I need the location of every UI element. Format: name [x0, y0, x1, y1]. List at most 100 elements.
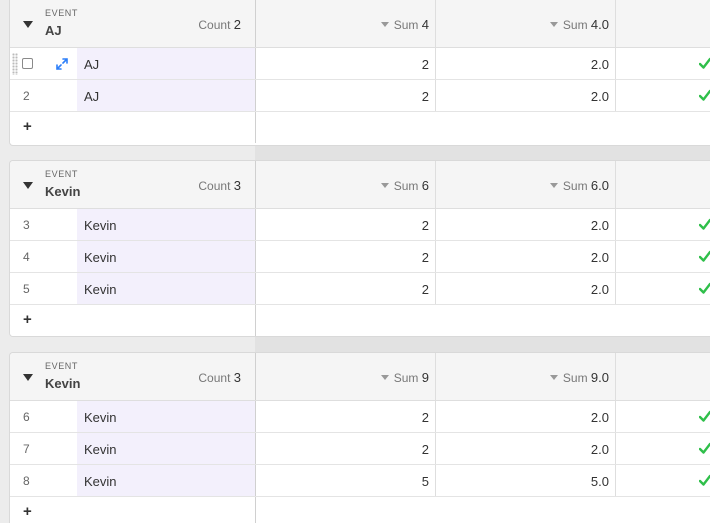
table-row[interactable]: 3 Kevin 2 2.0: [10, 209, 710, 241]
column-divider: [435, 0, 436, 47]
add-record-row[interactable]: +: [10, 305, 710, 336]
triangle-down-icon[interactable]: [549, 375, 558, 381]
sum-summary[interactable]: Sum 4: [380, 17, 429, 32]
table-row[interactable]: 4 Kevin 2 2.0: [10, 241, 710, 273]
row-number: 7: [23, 442, 30, 456]
column-divider: [435, 273, 436, 304]
decimal-cell[interactable]: 2.0: [591, 218, 609, 233]
number-cell[interactable]: 2: [422, 89, 429, 104]
column-divider: [435, 161, 436, 208]
count-label: Count: [198, 18, 231, 32]
decimal-cell[interactable]: 5.0: [591, 474, 609, 489]
table-row[interactable]: 7 Kevin 2 2.0: [10, 433, 710, 465]
sum-value: 4.0: [590, 17, 609, 32]
number-cell[interactable]: 5: [422, 474, 429, 489]
plus-icon[interactable]: +: [23, 118, 32, 135]
number-cell[interactable]: 2: [422, 410, 429, 425]
column-divider: [615, 401, 616, 432]
number-cell[interactable]: 2: [422, 442, 429, 457]
decimal-cell[interactable]: 2.0: [591, 282, 609, 297]
column-divider: [615, 48, 616, 79]
decimal-cell[interactable]: 2.0: [591, 250, 609, 265]
primary-column-divider: [255, 305, 256, 336]
column-divider: [615, 353, 616, 400]
triangle-down-icon[interactable]: [549, 22, 558, 28]
expand-record-icon[interactable]: [56, 58, 68, 70]
primary-column-divider: [255, 161, 256, 208]
count-value: 2: [233, 17, 241, 32]
table-row[interactable]: 6 Kevin 2 2.0: [10, 401, 710, 433]
table-row[interactable]: 5 Kevin 2 2.0: [10, 273, 710, 305]
name-cell[interactable]: Kevin: [77, 209, 255, 240]
triangle-down-icon[interactable]: [380, 183, 389, 189]
group-value: Kevin: [45, 376, 81, 391]
sum-summary[interactable]: Sum 9.0: [549, 370, 609, 385]
row-select-checkbox[interactable]: [22, 58, 33, 69]
primary-column-divider: [255, 353, 256, 400]
decimal-cell[interactable]: 2.0: [591, 89, 609, 104]
number-cell[interactable]: 2: [422, 282, 429, 297]
table-row[interactable]: 8 Kevin 5 5.0: [10, 465, 710, 497]
group-gap: [255, 145, 710, 161]
name-cell[interactable]: Kevin: [77, 401, 255, 432]
number-cell[interactable]: 2: [422, 250, 429, 265]
sum-summary[interactable]: Sum 6: [380, 178, 429, 193]
record-group: EVENT Kevin Count 3 Sum 6 Sum 6.0 3 Kevi…: [9, 160, 710, 337]
decimal-cell[interactable]: 2.0: [591, 442, 609, 457]
triangle-down-icon[interactable]: [380, 375, 389, 381]
plus-icon[interactable]: +: [23, 311, 32, 328]
name-cell[interactable]: Kevin: [77, 241, 255, 272]
number-cell[interactable]: 2: [422, 57, 429, 72]
triangle-down-icon[interactable]: [380, 22, 389, 28]
group-header[interactable]: EVENT AJ Count 2 Sum 4 Sum 4.0: [10, 0, 710, 48]
column-divider: [435, 465, 436, 496]
checkmark-icon[interactable]: [699, 249, 710, 263]
name-cell[interactable]: Kevin: [77, 273, 255, 304]
table-row[interactable]: 2 AJ 2 2.0: [10, 80, 710, 112]
caret-down-icon[interactable]: [23, 374, 33, 381]
checkmark-icon[interactable]: [699, 56, 710, 70]
sum-label: Sum: [562, 18, 588, 32]
primary-column-divider: [255, 433, 256, 464]
count-value: 3: [233, 178, 241, 193]
column-divider: [615, 433, 616, 464]
caret-down-icon[interactable]: [23, 182, 33, 189]
checkmark-icon[interactable]: [699, 441, 710, 455]
checkmark-icon[interactable]: [699, 281, 710, 295]
checkmark-icon[interactable]: [699, 473, 710, 487]
decimal-cell[interactable]: 2.0: [591, 410, 609, 425]
table-row[interactable]: AJ 2 2.0: [10, 48, 710, 80]
column-divider: [435, 241, 436, 272]
drag-handle-icon[interactable]: [12, 53, 18, 75]
group-header[interactable]: EVENT Kevin Count 3 Sum 9 Sum 9.0: [10, 353, 710, 401]
count-value: 3: [233, 370, 241, 385]
row-number: 6: [23, 410, 30, 424]
column-divider: [615, 161, 616, 208]
caret-down-icon[interactable]: [23, 21, 33, 28]
row-number: 4: [23, 250, 30, 264]
checkmark-icon[interactable]: [699, 409, 710, 423]
plus-icon[interactable]: +: [23, 503, 32, 520]
triangle-down-icon[interactable]: [549, 183, 558, 189]
name-cell[interactable]: Kevin: [77, 465, 255, 496]
row-number: 5: [23, 282, 30, 296]
sum-label: Sum: [393, 18, 419, 32]
sum-summary[interactable]: Sum 6.0: [549, 178, 609, 193]
group-field-label: EVENT: [45, 169, 79, 179]
name-cell[interactable]: Kevin: [77, 433, 255, 464]
checkmark-icon[interactable]: [699, 88, 710, 102]
group-header[interactable]: EVENT Kevin Count 3 Sum 6 Sum 6.0: [10, 161, 710, 209]
primary-column-divider: [255, 241, 256, 272]
checkmark-icon[interactable]: [699, 217, 710, 231]
name-cell[interactable]: AJ: [77, 48, 255, 79]
sum-summary[interactable]: Sum 4.0: [549, 17, 609, 32]
group-count: Count 3: [198, 178, 241, 193]
record-group: EVENT AJ Count 2 Sum 4 Sum 4.0 AJ 2 2.0 …: [9, 0, 710, 146]
add-record-row[interactable]: +: [10, 112, 710, 143]
sum-summary[interactable]: Sum 9: [380, 370, 429, 385]
decimal-cell[interactable]: 2.0: [591, 57, 609, 72]
number-cell[interactable]: 2: [422, 218, 429, 233]
name-cell[interactable]: AJ: [77, 80, 255, 111]
add-record-row[interactable]: +: [10, 497, 710, 523]
primary-column-divider: [255, 0, 256, 47]
